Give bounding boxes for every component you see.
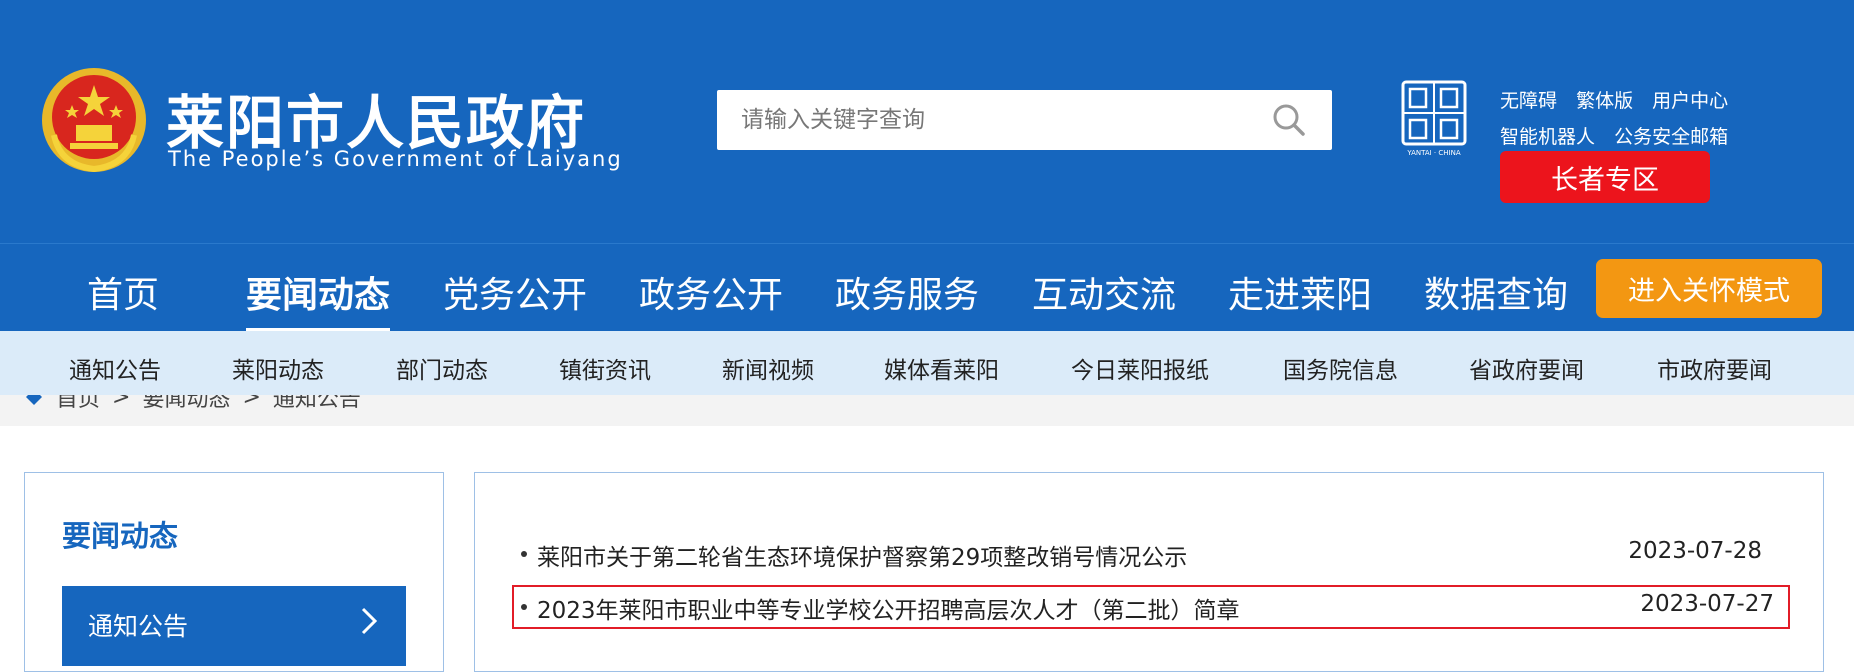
subnav-news-video[interactable]: 新闻视频: [722, 351, 814, 385]
subnav-department-news[interactable]: 部门动态: [396, 351, 488, 385]
site-subtitle: The People’s Government of Laiyang: [168, 147, 623, 171]
nav-interaction[interactable]: 互动交流: [1032, 266, 1176, 318]
nav-home[interactable]: 首页: [87, 266, 159, 318]
yantai-seal-icon[interactable]: YANTAI · CHINA: [1400, 80, 1468, 158]
subnav-today-newspaper[interactable]: 今日莱阳报纸: [1071, 351, 1209, 385]
search-icon[interactable]: [1272, 103, 1306, 137]
accessibility-link[interactable]: 无障碍: [1500, 90, 1557, 112]
chevron-right-icon: [361, 607, 378, 635]
search-input[interactable]: [717, 90, 1257, 150]
list-item-date: 2023-07-27: [1640, 591, 1774, 617]
breadcrumb-separator: >: [242, 395, 261, 410]
subnav-notices[interactable]: 通知公告: [69, 351, 161, 385]
subnav-town-news[interactable]: 镇街资讯: [559, 351, 651, 385]
seal-label: YANTAI · CHINA: [1406, 149, 1460, 157]
bullet-icon: [521, 604, 527, 610]
sidebar-item-notices[interactable]: 通知公告: [62, 586, 406, 666]
search-box: [717, 90, 1332, 150]
subnav-media-view[interactable]: 媒体看莱阳: [884, 351, 999, 385]
site-header: 莱阳市人民政府 The People’s Government of Laiya…: [0, 0, 1854, 243]
nav-party-affairs[interactable]: 党务公开: [443, 266, 587, 318]
secure-mail-link[interactable]: 公务安全邮箱: [1614, 126, 1728, 148]
nav-government-services[interactable]: 政务服务: [835, 266, 979, 318]
list-item-date: 2023-07-28: [1628, 538, 1762, 564]
sub-nav: 通知公告 莱阳动态 部门动态 镇街资讯 新闻视频 媒体看莱阳 今日莱阳报纸 国务…: [0, 331, 1854, 395]
sidebar: 要闻动态 通知公告: [24, 472, 444, 672]
elder-zone-button[interactable]: 长者专区: [1500, 151, 1710, 203]
traditional-chinese-link[interactable]: 繁体版: [1576, 90, 1633, 112]
list-item[interactable]: 莱阳市关于第二轮省生态环境保护督察第29项整改销号情况公示 2023-07-28: [513, 532, 1777, 576]
breadcrumb: 首页 > 要闻动态 > 通知公告: [0, 395, 1854, 426]
top-links-row1: 无障碍 繁体版 用户中心: [1500, 86, 1741, 113]
care-mode-button[interactable]: 进入关怀模式: [1596, 259, 1822, 318]
user-center-link[interactable]: 用户中心: [1652, 90, 1728, 112]
subnav-state-council[interactable]: 国务院信息: [1283, 351, 1398, 385]
breadcrumb-notices[interactable]: 通知公告: [273, 395, 361, 413]
subnav-provincial-news[interactable]: 省政府要闻: [1469, 351, 1584, 385]
smart-robot-link[interactable]: 智能机器人: [1500, 126, 1595, 148]
nav-government-affairs[interactable]: 政务公开: [639, 266, 783, 318]
sidebar-title: 要闻动态: [62, 519, 179, 553]
top-links-row2: 智能机器人 公务安全邮箱: [1500, 122, 1741, 149]
breadcrumb-home[interactable]: 首页: [56, 395, 100, 413]
notice-list: 莱阳市关于第二轮省生态环境保护督察第29项整改销号情况公示 2023-07-28…: [474, 472, 1824, 672]
main-nav: 首页 要闻动态 党务公开 政务公开 政务服务 互动交流 走进莱阳 数据查询: [0, 243, 1854, 331]
nav-about-laiyang[interactable]: 走进莱阳: [1228, 266, 1372, 318]
sidebar-item-label: 通知公告: [88, 612, 189, 641]
list-item-title[interactable]: 2023年莱阳市职业中等专业学校公开招聘高层次人才（第二批）简章: [537, 591, 1240, 625]
nav-news[interactable]: 要闻动态: [246, 266, 390, 318]
list-item-title[interactable]: 莱阳市关于第二轮省生态环境保护督察第29项整改销号情况公示: [537, 538, 1187, 572]
location-pin-icon: [26, 395, 42, 405]
list-item-highlighted[interactable]: 2023年莱阳市职业中等专业学校公开招聘高层次人才（第二批）简章 2023-07…: [512, 585, 1790, 629]
bullet-icon: [521, 551, 527, 557]
breadcrumb-separator: >: [112, 395, 131, 410]
breadcrumb-news[interactable]: 要闻动态: [142, 395, 230, 413]
subnav-laiyang-news[interactable]: 莱阳动态: [232, 351, 324, 385]
national-emblem-icon: [42, 68, 146, 173]
subnav-city-news[interactable]: 市政府要闻: [1657, 351, 1772, 385]
nav-data-query[interactable]: 数据查询: [1424, 266, 1568, 318]
